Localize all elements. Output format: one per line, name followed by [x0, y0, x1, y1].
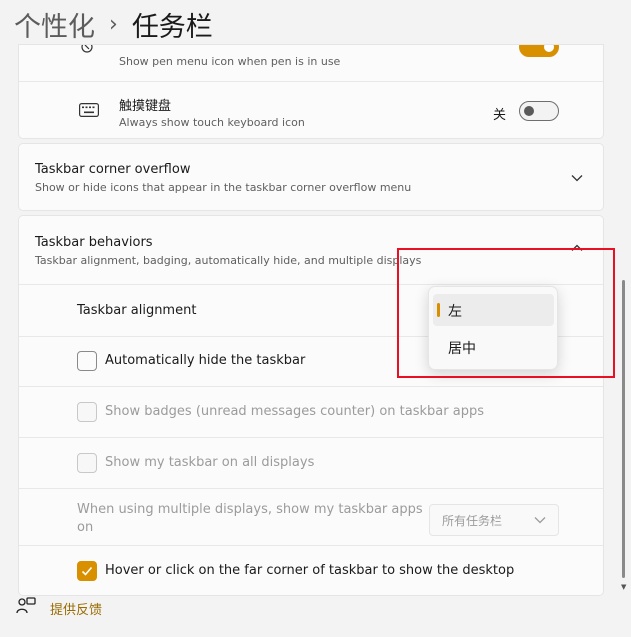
breadcrumb: 个性化 › 任务栏 — [14, 4, 213, 44]
multi-display-row: When using multiple displays, show my ta… — [19, 488, 603, 545]
alignment-flyout: 左 居中 — [428, 286, 558, 370]
alignment-option-center-label: 居中 — [448, 341, 476, 357]
pen-menu-subtitle: Show pen menu icon when pen is in use — [119, 55, 341, 68]
toggle-knob — [544, 45, 554, 52]
system-tray-icons-card: Show pen menu icon when pen is in use 触摸… — [18, 44, 604, 139]
multi-display-dropdown-value: 所有任务栏 — [442, 514, 503, 528]
corner-overflow-card[interactable]: Taskbar corner overflow Show or hide ico… — [18, 143, 604, 211]
behaviors-title: Taskbar behaviors — [35, 235, 153, 250]
touch-keyboard-toggle[interactable] — [519, 101, 559, 121]
chevron-down-icon[interactable] — [569, 170, 585, 186]
far-corner-checkbox[interactable] — [77, 561, 97, 581]
selected-indicator — [437, 303, 440, 317]
all-displays-row: Show my taskbar on all displays — [19, 437, 603, 488]
all-displays-checkbox[interactable] — [77, 453, 97, 473]
multi-display-label-line2: on — [77, 520, 94, 535]
breadcrumb-parent[interactable]: 个性化 — [14, 5, 95, 44]
feedback-label: 提供反馈 — [50, 602, 103, 618]
alignment-option-center[interactable]: 居中 — [433, 331, 554, 363]
all-displays-label: Show my taskbar on all displays — [105, 455, 315, 470]
scroll-down-arrow-icon[interactable]: ▼ — [621, 583, 626, 591]
behaviors-header[interactable]: Taskbar behaviors Taskbar alignment, bad… — [19, 216, 603, 284]
touch-keyboard-title: 触摸键盘 — [119, 99, 172, 114]
behaviors-subtitle: Taskbar alignment, badging, automaticall… — [35, 254, 422, 267]
feedback-link[interactable]: 提供反馈 — [16, 597, 102, 619]
multi-display-label: When using multiple displays, show my ta… — [77, 501, 423, 537]
pen-menu-toggle[interactable] — [519, 45, 559, 57]
badges-checkbox[interactable] — [77, 402, 97, 422]
chevron-up-icon[interactable] — [569, 240, 585, 256]
toggle-knob — [524, 106, 534, 116]
auto-hide-label: Automatically hide the taskbar — [105, 353, 306, 368]
touch-keyboard-row: 触摸键盘 Always show touch keyboard icon 关 — [19, 81, 603, 140]
breadcrumb-separator: › — [109, 11, 118, 37]
far-corner-label: Hover or click on the far corner of task… — [105, 563, 515, 578]
badges-label: Show badges (unread messages counter) on… — [105, 404, 484, 419]
taskbar-behaviors-card: Taskbar behaviors Taskbar alignment, bad… — [18, 215, 604, 596]
far-corner-row[interactable]: Hover or click on the far corner of task… — [19, 545, 603, 596]
pen-menu-row: Show pen menu icon when pen is in use — [19, 45, 603, 81]
touch-keyboard-state-label: 关 — [493, 108, 507, 123]
alignment-option-left[interactable]: 左 — [433, 294, 554, 326]
checkmark-icon — [81, 566, 93, 576]
auto-hide-checkbox[interactable] — [77, 351, 97, 371]
keyboard-icon — [79, 102, 99, 121]
touch-keyboard-subtitle: Always show touch keyboard icon — [119, 116, 305, 129]
page-title: 任务栏 — [131, 11, 213, 43]
multi-display-label-line1: When using multiple displays, show my ta… — [77, 502, 423, 517]
pen-icon — [79, 45, 95, 61]
badges-row: Show badges (unread messages counter) on… — [19, 386, 603, 437]
chevron-down-icon — [534, 513, 546, 527]
taskbar-alignment-label: Taskbar alignment — [77, 303, 197, 318]
corner-overflow-title: Taskbar corner overflow — [35, 162, 191, 177]
scrollbar-thumb[interactable] — [622, 280, 625, 578]
alignment-option-left-label: 左 — [448, 304, 462, 320]
multi-display-dropdown[interactable]: 所有任务栏 — [429, 504, 559, 536]
feedback-icon — [16, 597, 36, 619]
corner-overflow-subtitle: Show or hide icons that appear in the ta… — [35, 181, 412, 194]
